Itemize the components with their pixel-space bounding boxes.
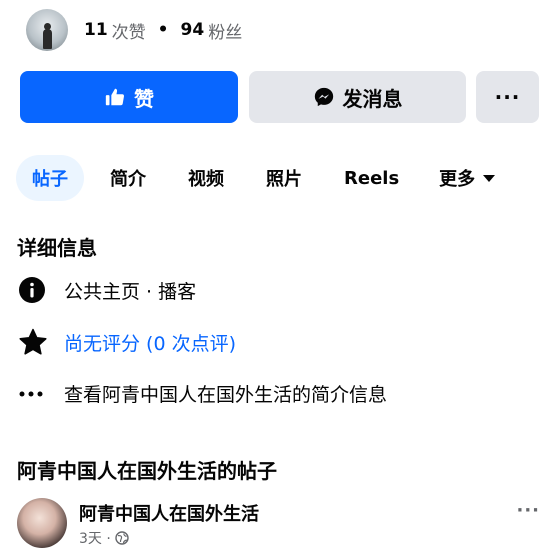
tab-posts-label: 帖子 <box>32 169 68 190</box>
profile-tabs: 帖子 简介 视频 照片 Reels 更多 <box>16 155 511 201</box>
tab-more-label: 更多 <box>439 169 476 190</box>
category-row: 公共主页 · 播客 <box>18 276 196 304</box>
avatar-figure-body <box>43 29 52 49</box>
likes-count[interactable]: 11 <box>84 20 108 40</box>
tab-reels[interactable]: Reels <box>328 155 415 201</box>
message-button[interactable]: 发消息 <box>249 71 466 123</box>
tab-reels-label: Reels <box>344 167 400 189</box>
tab-more[interactable]: 更多 <box>423 155 511 201</box>
tab-photos[interactable]: 照片 <box>250 155 318 201</box>
tab-about-label: 简介 <box>110 169 146 190</box>
more-actions-label: ··· <box>494 85 521 109</box>
tab-videos[interactable]: 视频 <box>172 155 240 201</box>
posts-heading: 阿青中国人在国外生活的帖子 <box>17 459 277 483</box>
post-meta: 3天 · <box>79 528 129 548</box>
profile-avatar[interactable] <box>26 9 68 51</box>
post-author-avatar[interactable] <box>17 498 67 548</box>
page-category: 公共主页 · 播客 <box>64 280 197 303</box>
chevron-down-icon <box>483 174 496 182</box>
globe-icon <box>115 531 129 545</box>
followers-count[interactable]: 94 <box>181 20 205 40</box>
stats-separator: • <box>157 20 169 40</box>
post-options-button[interactable]: ··· <box>516 500 540 521</box>
tab-videos-label: 视频 <box>188 169 224 190</box>
about-link[interactable]: 查看阿青中国人在国外生活的简介信息 <box>64 380 387 407</box>
like-button[interactable]: 赞 <box>20 71 238 123</box>
post-time[interactable]: 3天 · <box>79 528 111 548</box>
post-author-name[interactable]: 阿青中国人在国外生活 <box>79 500 259 526</box>
like-button-label: 赞 <box>134 86 154 111</box>
likes-label[interactable]: 次赞 <box>112 18 146 43</box>
profile-page: 11 次赞 • 94 粉丝 赞 发消息 ··· 帖子 简介 视频 照片 Reel… <box>0 0 560 560</box>
thumbs-up-icon <box>104 86 126 108</box>
profile-stats: 11 次赞 • 94 粉丝 <box>26 8 242 52</box>
rating-row: 尚无评分 (0 次点评) <box>18 328 236 356</box>
rating-link[interactable]: 尚无评分 (0 次点评) <box>64 329 236 356</box>
tab-photos-label: 照片 <box>266 169 302 190</box>
ellipsis-icon <box>18 390 48 398</box>
details-heading: 详细信息 <box>17 236 97 260</box>
about-row[interactable]: 查看阿青中国人在国外生活的简介信息 <box>18 380 387 407</box>
tab-about[interactable]: 简介 <box>94 155 162 201</box>
tab-posts[interactable]: 帖子 <box>16 155 84 201</box>
info-icon <box>18 276 48 304</box>
messenger-icon <box>313 86 335 108</box>
more-actions-button[interactable]: ··· <box>476 71 539 123</box>
followers-label[interactable]: 粉丝 <box>208 18 242 43</box>
message-button-label: 发消息 <box>342 86 403 111</box>
star-icon <box>18 328 48 356</box>
